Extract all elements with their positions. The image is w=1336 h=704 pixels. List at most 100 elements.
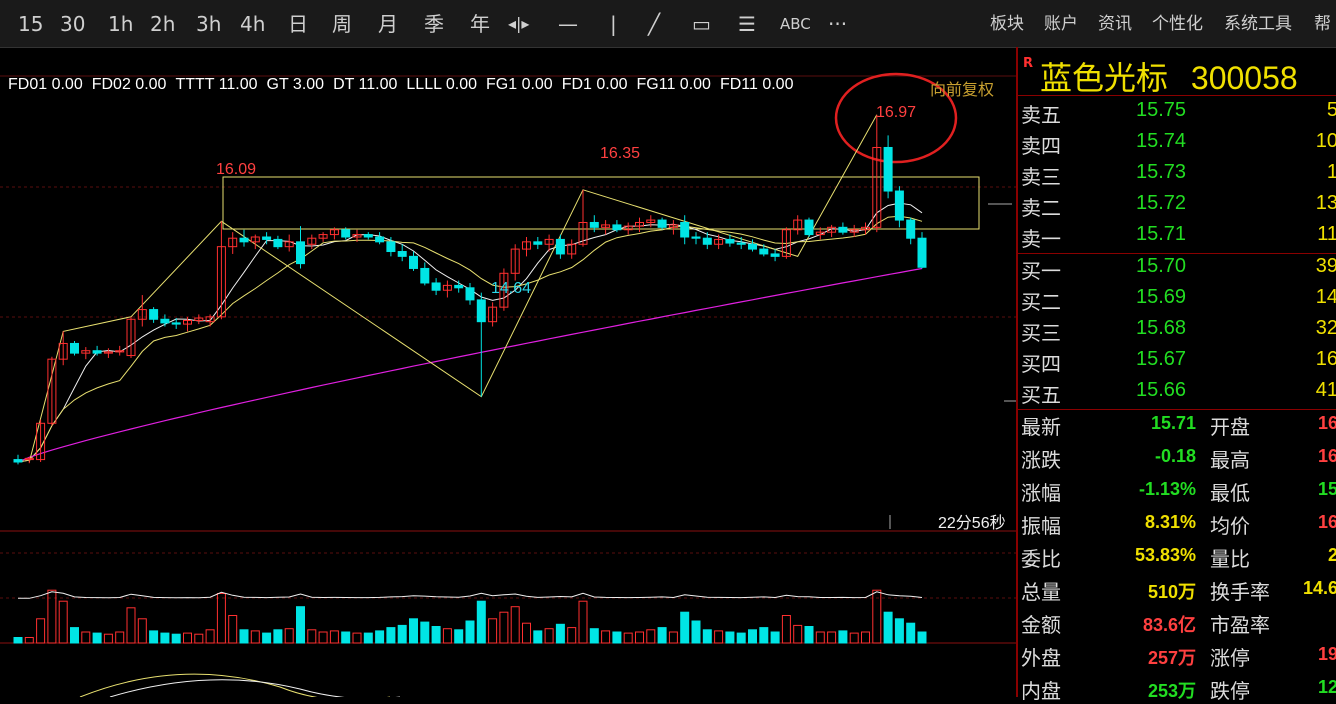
candle-body: [420, 267, 430, 284]
ask-row[interactable]: 卖三 15.73 1: [1018, 159, 1336, 190]
sub-indicator: [18, 591, 923, 697]
ask-level-label: 卖五: [1021, 103, 1061, 127]
candle-body: [341, 229, 351, 238]
volume-bar: [318, 631, 328, 644]
period-2h[interactable]: 2h: [150, 10, 175, 38]
candle-body: [691, 236, 701, 239]
menu-system-tools[interactable]: 系统工具: [1224, 10, 1292, 38]
volume-bar: [476, 600, 486, 644]
ask-level-label: 卖三: [1021, 165, 1061, 189]
bid-level-label: 买三: [1021, 321, 1061, 345]
hline-tool-icon[interactable]: —: [558, 10, 578, 38]
candle-body: [906, 219, 916, 239]
stat-value: 16: [1317, 413, 1336, 433]
menu-news[interactable]: 资讯: [1098, 10, 1132, 38]
bid-row[interactable]: 买三 15.68 32: [1018, 315, 1336, 346]
stat-label: 委比: [1021, 547, 1061, 571]
stock-code: 300058: [1190, 60, 1298, 96]
ask-row[interactable]: 卖五 15.75 5: [1018, 97, 1336, 128]
fibonacci-tool-icon[interactable]: ☰: [738, 10, 756, 38]
volume-bar: [522, 622, 531, 644]
kline-chart[interactable]: 16.09 16.35 14.64 16.97: [0, 47, 1016, 697]
volume-bar: [499, 611, 509, 644]
volume-bar: [194, 633, 204, 644]
volume-bar: [691, 620, 701, 644]
period-4h[interactable]: 4h: [240, 10, 265, 38]
volume-bar: [250, 630, 260, 644]
volume-bar: [714, 630, 724, 644]
candle-body: [13, 459, 23, 463]
ask-volume: 5: [1326, 99, 1336, 121]
ask-price: 15.74: [1136, 130, 1187, 152]
period-3h[interactable]: 3h: [196, 10, 221, 38]
volume-bar: [431, 626, 441, 644]
bid-price: 15.70: [1136, 255, 1187, 277]
ask-price: 15.72: [1136, 192, 1187, 214]
volume-bar: [58, 600, 68, 644]
period-year[interactable]: 年: [470, 10, 490, 38]
bid-row[interactable]: 买四 15.67 16: [1018, 346, 1336, 377]
volume-bar: [815, 631, 825, 644]
volume-bar: [103, 633, 113, 644]
candle-body: [917, 237, 927, 268]
volume-bar: [589, 628, 599, 644]
volume-bar: [906, 622, 916, 644]
volume-bar: [555, 623, 565, 644]
ask-volume: 11: [1317, 223, 1336, 245]
ask-row[interactable]: 卖一 15.71 11: [1018, 221, 1336, 252]
more-tools-icon[interactable]: ···: [828, 10, 847, 38]
ask-volume: 10: [1315, 130, 1336, 152]
stat-value: 53.83%: [1134, 545, 1196, 565]
period-15m[interactable]: 15: [18, 10, 43, 38]
volume-bar: [680, 611, 690, 644]
stat-label: 均价: [1210, 514, 1250, 538]
menu-account[interactable]: 账户: [1044, 10, 1078, 38]
indicator-value: FD01 0.00: [8, 76, 83, 93]
bid-level-label: 买五: [1021, 383, 1061, 407]
volume-bar: [81, 631, 91, 644]
ask-row[interactable]: 卖二 15.72 13: [1018, 190, 1336, 221]
candle-body: [454, 284, 464, 289]
volume-bar: [861, 631, 870, 644]
forward-adjust-toggle[interactable]: 向前复权: [930, 76, 994, 100]
stat-value: 253万: [1147, 681, 1196, 701]
trough-label: 14.64: [491, 280, 531, 297]
crosshair-tool-icon[interactable]: ◂|▸: [508, 10, 529, 38]
candle-body: [770, 253, 780, 257]
bid-row[interactable]: 买五 15.66 41: [1018, 377, 1336, 408]
candle-body: [725, 238, 735, 244]
volume-bar: [183, 632, 192, 644]
stat-value: -1.13%: [1138, 479, 1196, 499]
ask-row[interactable]: 卖四 15.74 10: [1018, 128, 1336, 159]
vline-tool-icon[interactable]: |: [610, 10, 617, 38]
stat-value: 12: [1317, 677, 1336, 697]
volume-bar: [793, 624, 803, 644]
period-month[interactable]: 月: [378, 10, 398, 38]
volume-bar: [533, 630, 543, 644]
rectangle-tool-icon[interactable]: ▭: [692, 10, 711, 38]
volume-bar: [894, 618, 904, 644]
text-tool-icon[interactable]: ABC: [780, 10, 811, 38]
volume-bar: [273, 629, 283, 644]
candle-body: [883, 146, 893, 192]
period-30m[interactable]: 30: [60, 10, 85, 38]
ask-price: 15.73: [1136, 161, 1187, 183]
bid-row[interactable]: 买一 15.70 39: [1018, 253, 1336, 284]
divider: [1018, 409, 1336, 410]
stat-label: 内盘: [1021, 679, 1061, 703]
bid-row[interactable]: 买二 15.69 14: [1018, 284, 1336, 315]
volume-bar: [92, 632, 102, 644]
menu-help[interactable]: 帮: [1314, 10, 1331, 38]
period-1h[interactable]: 1h: [108, 10, 133, 38]
volume-bar: [126, 607, 136, 644]
period-week[interactable]: 周: [332, 10, 352, 38]
period-quarter[interactable]: 季: [424, 10, 444, 38]
menu-sector[interactable]: 板块: [990, 10, 1024, 38]
period-day[interactable]: 日: [288, 10, 308, 38]
candle-body: [239, 237, 249, 243]
trendline-tool-icon[interactable]: ╱: [648, 10, 660, 38]
candle-body: [680, 221, 690, 238]
bid-price: 15.68: [1136, 317, 1187, 339]
stat-value: 14.6: [1302, 578, 1336, 598]
menu-personalize[interactable]: 个性化: [1152, 10, 1203, 38]
